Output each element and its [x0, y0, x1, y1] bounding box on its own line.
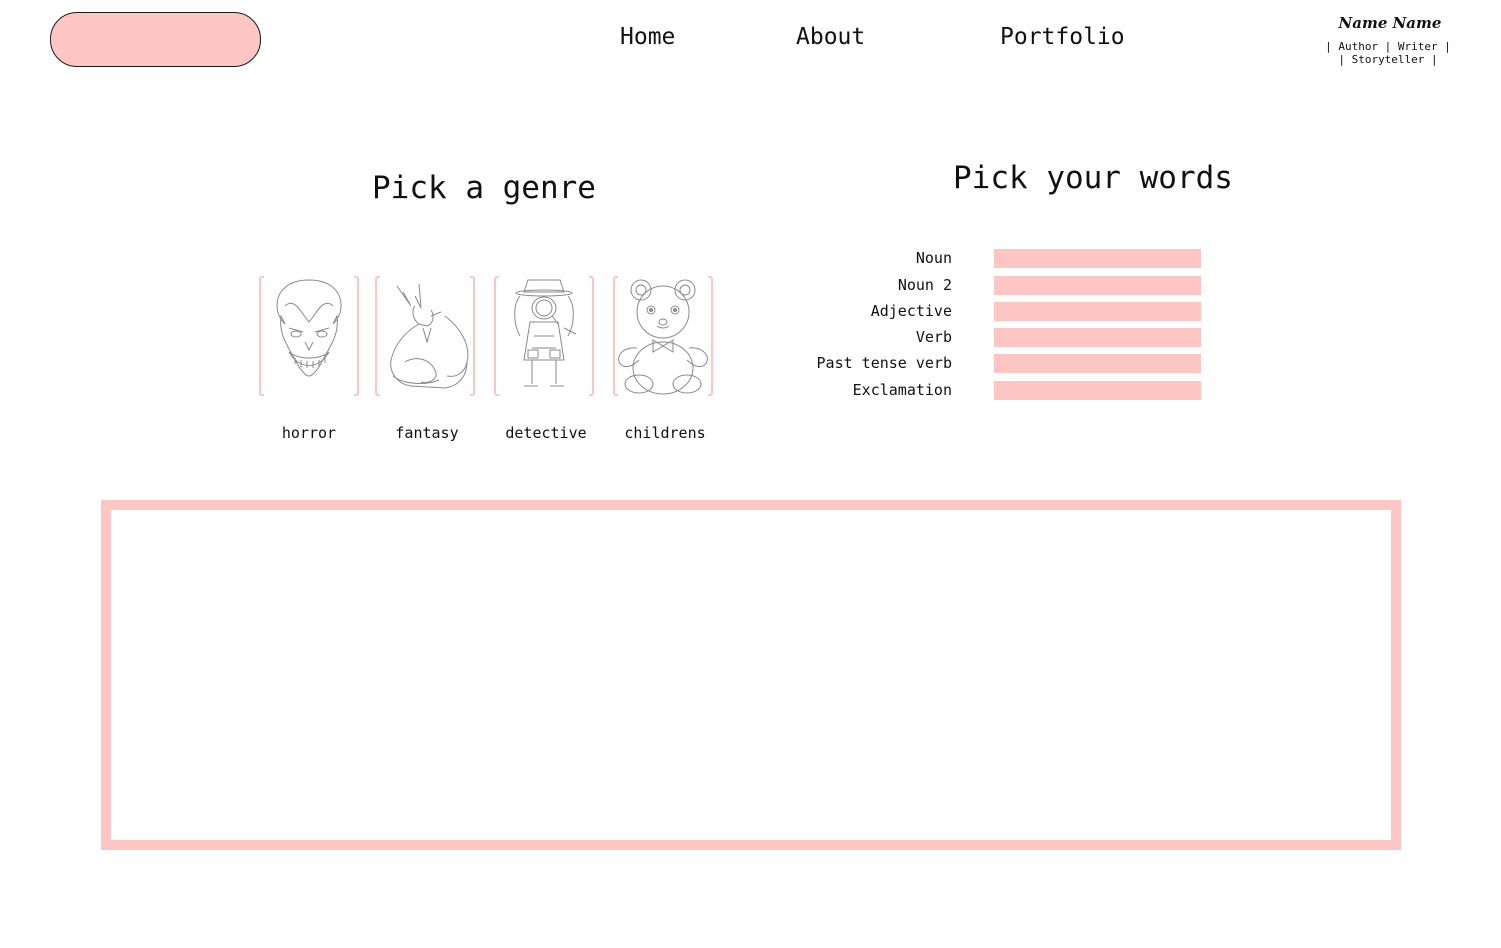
genre-section-title: Pick a genre	[372, 170, 596, 206]
noun-label: Noun	[915, 249, 952, 267]
detective-girl-icon	[514, 279, 577, 387]
nav-about-link[interactable]: About	[796, 24, 865, 50]
past-tense-verb-label: Past tense verb	[816, 354, 952, 372]
genre-card-detective[interactable]	[494, 276, 594, 396]
genre-label-horror[interactable]: horror	[249, 424, 369, 442]
story-output-box	[101, 500, 1401, 850]
noun-2-label: Noun 2	[897, 276, 952, 294]
exclamation-label: Exclamation	[852, 381, 952, 399]
verb-input[interactable]	[994, 328, 1201, 347]
logo-button[interactable]	[50, 12, 261, 67]
verb-label: Verb	[915, 328, 952, 346]
genre-card-childrens[interactable]	[613, 276, 713, 396]
genre-card-fantasy[interactable]	[375, 276, 475, 396]
genre-label-fantasy[interactable]: fantasy	[367, 424, 487, 442]
clown-face-icon	[276, 279, 342, 377]
exclamation-input[interactable]	[994, 381, 1201, 400]
brand-name: Name Name	[1338, 14, 1442, 32]
noun-input[interactable]	[994, 249, 1201, 268]
nav-portfolio-link[interactable]: Portfolio	[1000, 24, 1125, 50]
dragon-icon	[390, 283, 469, 389]
noun-2-input[interactable]	[994, 276, 1201, 295]
teddy-bear-icon	[618, 279, 708, 395]
genre-label-childrens[interactable]: childrens	[605, 424, 725, 442]
past-tense-verb-input[interactable]	[994, 354, 1201, 373]
brand-tagline: | Author | Writer | | Storyteller |	[1325, 40, 1451, 66]
words-section-title: Pick your words	[953, 160, 1233, 196]
nav-home-link[interactable]: Home	[620, 24, 675, 50]
adjective-label: Adjective	[870, 302, 952, 320]
genre-card-horror[interactable]	[259, 276, 359, 396]
genre-label-detective[interactable]: detective	[486, 424, 606, 442]
adjective-input[interactable]	[994, 302, 1201, 321]
